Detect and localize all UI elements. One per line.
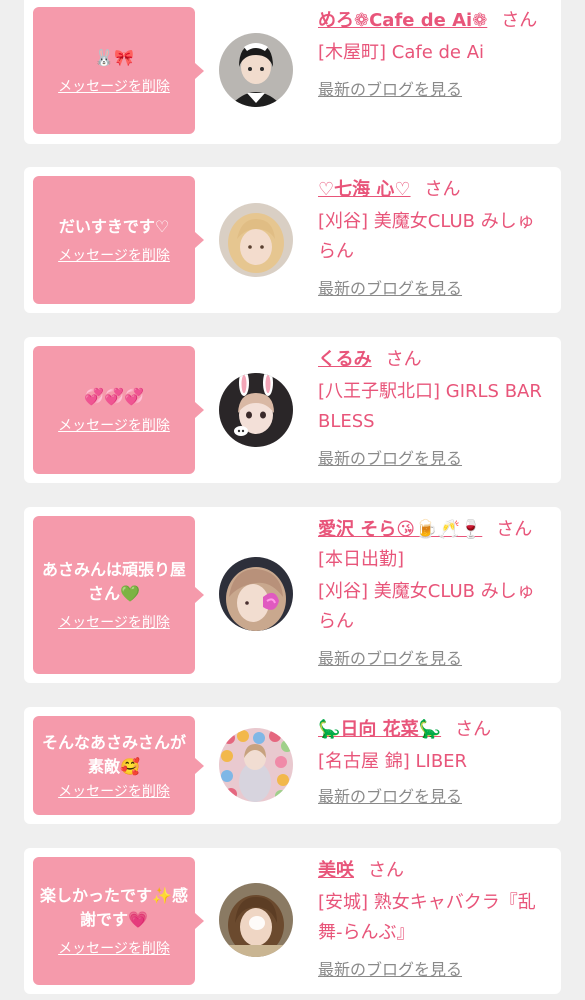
message-bubble: 💞💞💞 メッセージを削除	[33, 346, 204, 474]
shop-name: [名古屋 錦] LIBER	[318, 751, 468, 772]
shop-name: [刈谷] 美魔女CLUB みしゅらん	[318, 581, 535, 632]
delete-message-link[interactable]: メッセージを削除	[58, 417, 170, 435]
honorific: さん	[501, 10, 538, 31]
message-text: あさみんは頑張り屋さん💚	[41, 560, 186, 603]
message-text: 楽しかったです✨感謝です💗	[40, 886, 188, 929]
shop-name: [八王子駅北口] GIRLS BAR BLESS	[318, 381, 542, 432]
latest-blog-link[interactable]: 最新のブログを見る	[318, 645, 462, 669]
profile-info: めろ❁Cafe de Ai❁ さん [木屋町] Cafe de Ai 最新のブログ…	[318, 6, 548, 100]
cast-name-link[interactable]: めろ❁Cafe de Ai❁	[318, 10, 487, 31]
message-card: あさみんは頑張り屋さん💚 メッセージを削除 愛沢 そら😘🍺🥂🍷 さん [本日出勤] …	[24, 507, 561, 683]
message-bubble: 楽しかったです✨感謝です💗 メッセージを削除	[33, 857, 204, 985]
message-card: 🐰🎀 メッセージを削除 めろ❁Cafe de Ai❁ さん [木屋町] Cafe …	[24, 0, 561, 144]
cast-name-link[interactable]: 美咲	[318, 860, 354, 881]
delete-message-link[interactable]: メッセージを削除	[58, 783, 170, 801]
shop-name: [刈谷] 美魔女CLUB みしゅらん	[318, 211, 535, 262]
message-bubble: あさみんは頑張り屋さん💚 メッセージを削除	[33, 516, 204, 674]
profile-info: 🦕日向 花菜🦕 さん [名古屋 錦] LIBER 最新のブログを見る	[318, 715, 548, 807]
delete-message-link[interactable]: メッセージを削除	[58, 247, 170, 265]
profile-info: ♡七海 心♡ さん [刈谷] 美魔女CLUB みしゅらん 最新のブログを見る	[318, 175, 548, 299]
message-bubble: 🐰🎀 メッセージを削除	[33, 7, 204, 134]
message-text: だいすきです♡	[58, 217, 170, 236]
delete-message-link[interactable]: メッセージを削除	[58, 940, 170, 958]
avatar[interactable]	[219, 33, 293, 107]
message-text: そんなあさみさんが素敵🥰	[41, 732, 186, 776]
profile-info: 愛沢 そら😘🍺🥂🍷 さん [本日出勤] [刈谷] 美魔女CLUB みしゅらん 最新の…	[318, 515, 548, 669]
shop-name: [安城] 熟女キャバクラ『乱舞-らんぶ』	[318, 892, 536, 943]
honorific: さん	[368, 860, 404, 881]
delete-message-link[interactable]: メッセージを削除	[58, 614, 170, 632]
honorific: さん	[496, 519, 533, 540]
latest-blog-link[interactable]: 最新のブログを見る	[318, 783, 462, 807]
profile-info: くるみ さん [八王子駅北口] GIRLS BAR BLESS 最新のブログを見る	[318, 345, 548, 469]
latest-blog-link[interactable]: 最新のブログを見る	[318, 445, 462, 469]
avatar[interactable]	[219, 203, 293, 277]
message-card: 💞💞💞 メッセージを削除 くるみ さん [八王子駅北口] GIRLS BAR BL…	[24, 337, 561, 483]
profile-info: 美咲 さん [安城] 熟女キャバクラ『乱舞-らんぶ』 最新のブログを見る	[318, 856, 548, 980]
delete-message-link[interactable]: メッセージを削除	[58, 78, 170, 96]
message-card: 楽しかったです✨感謝です💗 メッセージを削除 美咲 さん [安城] 熟女キャバクラ…	[24, 848, 561, 994]
avatar[interactable]	[219, 883, 293, 957]
cast-name-link[interactable]: 愛沢 そら😘🍺🥂🍷	[318, 519, 482, 540]
honorific: さん	[424, 179, 461, 200]
message-bubble: そんなあさみさんが素敵🥰 メッセージを削除	[33, 716, 204, 815]
message-bubble: だいすきです♡ メッセージを削除	[33, 176, 204, 304]
name-extra: [本日出勤]	[318, 549, 405, 570]
cast-name-link[interactable]: 🦕日向 花菜🦕	[318, 719, 441, 740]
honorific: さん	[385, 349, 422, 370]
latest-blog-link[interactable]: 最新のブログを見る	[318, 76, 462, 100]
message-card: だいすきです♡ メッセージを削除 ♡七海 心♡ さん [刈谷] 美魔女CLUB み…	[24, 167, 561, 313]
shop-name: [木屋町] Cafe de Ai	[318, 42, 485, 63]
message-text: 🐰🎀	[94, 47, 134, 67]
avatar[interactable]	[219, 557, 293, 631]
avatar[interactable]	[219, 728, 293, 802]
message-card: そんなあさみさんが素敵🥰 メッセージを削除 🦕日向 花菜🦕 さん [名古屋 錦] …	[24, 707, 561, 824]
latest-blog-link[interactable]: 最新のブログを見る	[318, 275, 462, 299]
avatar[interactable]	[219, 373, 293, 447]
cast-name-link[interactable]: ♡七海 心♡	[318, 179, 411, 200]
latest-blog-link[interactable]: 最新のブログを見る	[318, 956, 462, 980]
cast-name-link[interactable]: くるみ	[318, 349, 372, 370]
honorific: さん	[455, 719, 492, 740]
message-text: 💞💞💞	[84, 387, 144, 406]
